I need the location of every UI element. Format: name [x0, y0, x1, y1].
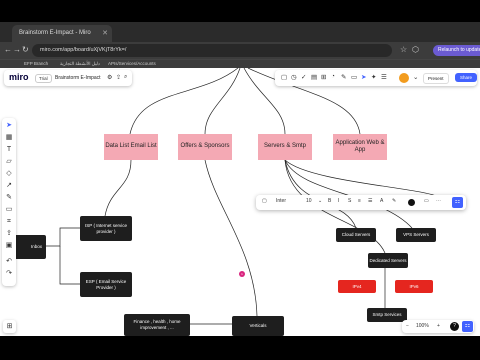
sticky-icon[interactable]: ▤: [311, 73, 317, 81]
node-esp[interactable]: ESP ( Email Service Provider ): [80, 272, 132, 297]
relaunch-button[interactable]: Relaunch to update: [433, 45, 480, 56]
italic-icon[interactable]: I: [338, 198, 339, 204]
browser-tab-strip: Brainstorm E-Impact - Miro ✕: [0, 22, 480, 42]
node-data-list[interactable]: Data List Email List: [104, 134, 158, 160]
cursor-icon[interactable]: ➤: [361, 73, 366, 81]
text-icon[interactable]: T: [5, 146, 13, 154]
board-canvas[interactable]: Data List Email List Offers & Sponsors S…: [0, 68, 480, 336]
font-size-select[interactable]: 10: [306, 198, 312, 204]
connector: [46, 227, 80, 247]
address-bar[interactable]: miro.com/app/board/uXjVKjT8rYk=/: [32, 44, 392, 57]
zoom-level[interactable]: 100%: [416, 323, 429, 329]
shape-icon[interactable]: ▢: [262, 198, 267, 204]
upload-icon[interactable]: ⇪: [5, 230, 13, 238]
trial-badge[interactable]: Trial: [35, 74, 52, 83]
apps-panel-icon[interactable]: ⚏: [462, 321, 473, 332]
comment-icon[interactable]: ◔: [331, 73, 335, 80]
bookmark-item[interactable]: APIs/Services/Accounts: [108, 61, 156, 66]
node-offers[interactable]: Offers & Sponsors: [178, 134, 232, 160]
cursor-badge: 1: [239, 271, 245, 277]
pen-icon[interactable]: ✎: [5, 194, 13, 202]
frame-icon[interactable]: ▦: [5, 134, 13, 142]
reload-icon[interactable]: ↻: [22, 45, 29, 54]
node-smtp-services[interactable]: Smtp Services: [367, 308, 407, 322]
collab-panel: ▢ ◷ ✓ ▤ ⊞ ◔ ✎ ▭ ➤ ✦ ☰ ⌄ Present Share: [275, 70, 478, 86]
comment-icon[interactable]: ▭: [5, 206, 13, 214]
select-icon[interactable]: ➤: [5, 122, 13, 130]
apps-icon[interactable]: ▣: [5, 242, 13, 250]
zoom-panel: − 100% + ? ⚏: [402, 320, 474, 333]
frame-tool-icon[interactable]: ⌗: [5, 218, 13, 226]
connector: [59, 246, 80, 285]
reaction-icon[interactable]: ✦: [371, 73, 376, 81]
strikethrough-icon[interactable]: S: [348, 198, 351, 204]
node-vps-servers[interactable]: VPS Servers: [396, 228, 436, 242]
chevron-down-icon[interactable]: ⌄: [413, 73, 418, 81]
context-toolbar: ▢ Inter 10 ⌄ B I S ≡ ☰ A ✎ ▭ ⋯ ⚏: [256, 195, 466, 210]
text-color-icon[interactable]: A: [380, 198, 383, 204]
vote-icon[interactable]: ✓: [301, 73, 306, 81]
share-button[interactable]: Share: [455, 73, 478, 82]
node-cloud-servers[interactable]: Cloud Servers: [336, 228, 376, 242]
search-icon[interactable]: ⌕: [124, 74, 127, 81]
tab-title: Brainstorm E-Impact - Miro: [19, 30, 91, 36]
letterbox-bottom: [0, 336, 480, 360]
board-name[interactable]: Brainstorm E-Impact: [55, 75, 101, 81]
connector: [104, 159, 132, 217]
back-icon[interactable]: ←: [4, 45, 12, 54]
node-app-web[interactable]: Application Web & App: [333, 134, 387, 160]
bookmark-item[interactable]: دليل الأنشطة التجارية: [60, 61, 100, 67]
forward-icon[interactable]: →: [13, 45, 21, 54]
browser-tab[interactable]: Brainstorm E-Impact - Miro ✕: [12, 25, 112, 42]
connector: [129, 68, 239, 135]
align-icon[interactable]: ≡: [358, 198, 361, 204]
fill-color-swatch[interactable]: [408, 199, 415, 206]
sticky-note-icon[interactable]: ▱: [5, 158, 13, 166]
upload-icon[interactable]: ⇪: [116, 74, 121, 81]
settings-icon[interactable]: ⚙: [107, 74, 112, 81]
present-button[interactable]: Present: [423, 73, 449, 84]
timer-icon[interactable]: ◷: [291, 73, 297, 81]
grid-icon[interactable]: ⊞: [321, 73, 326, 81]
left-toolbar: ➤ ▦ T ▱ ◇ ↗ ✎ ▭ ⌗ ⇪ ▣ ↶ ↷: [2, 118, 16, 286]
node-verticals[interactable]: Verticals: [232, 316, 284, 336]
miro-top-panel: miro Trial Brainstorm E-Impact ⚙ ⇪ ⌕: [4, 70, 132, 86]
comment-icon[interactable]: ▭: [424, 198, 429, 204]
highlight-icon[interactable]: ✎: [392, 198, 396, 204]
font-select[interactable]: Inter: [276, 198, 286, 204]
undo-icon[interactable]: ↶: [5, 258, 13, 266]
node-ipv6[interactable]: IPv6: [395, 280, 433, 293]
node-ipv4[interactable]: IPv4: [338, 280, 376, 293]
bookmark-item[interactable]: EFP Branch: [24, 61, 48, 66]
browser-toolbar: ← → ↻ miro.com/app/board/uXjVKjT8rYk=/ ☆…: [0, 42, 480, 59]
chevron-down-icon[interactable]: ⌄: [318, 198, 322, 204]
node-finance[interactable]: Finance , health , home improvement , ..…: [124, 314, 190, 336]
close-icon[interactable]: ✕: [102, 29, 108, 37]
help-icon[interactable]: ?: [450, 322, 459, 331]
connector: [284, 159, 441, 199]
bookmarks-bar: EFP Branch دليل الأنشطة التجارية APIs/Se…: [0, 59, 480, 68]
connect-icon[interactable]: ⚏: [452, 197, 463, 208]
board-grid-icon[interactable]: ⊞: [3, 320, 16, 333]
redo-icon[interactable]: ↷: [5, 270, 13, 278]
node-isp[interactable]: ISP ( Internet service provider ): [80, 216, 132, 241]
zoom-in-icon[interactable]: +: [437, 323, 440, 329]
node-dedicated-servers[interactable]: Dedicated Servers: [368, 253, 408, 268]
chat-icon[interactable]: ✎: [341, 73, 346, 81]
notes-icon[interactable]: ☰: [381, 73, 387, 81]
shapes-icon[interactable]: ◇: [5, 170, 13, 178]
shapes-icon[interactable]: ▢: [281, 73, 287, 81]
star-icon[interactable]: ☆: [400, 45, 407, 54]
bold-icon[interactable]: B: [328, 198, 331, 204]
avatar[interactable]: [399, 73, 409, 83]
connector-icon[interactable]: ↗: [5, 182, 13, 190]
zoom-out-icon[interactable]: −: [406, 323, 409, 329]
miro-logo[interactable]: miro: [9, 72, 29, 82]
list-icon[interactable]: ☰: [368, 198, 372, 204]
node-servers-smtp[interactable]: Servers & Smtp: [258, 134, 312, 160]
video-icon[interactable]: ▭: [351, 73, 357, 81]
extensions-icon[interactable]: ⬡: [412, 45, 419, 54]
connector: [204, 159, 258, 317]
more-icon[interactable]: ⋯: [436, 198, 441, 204]
